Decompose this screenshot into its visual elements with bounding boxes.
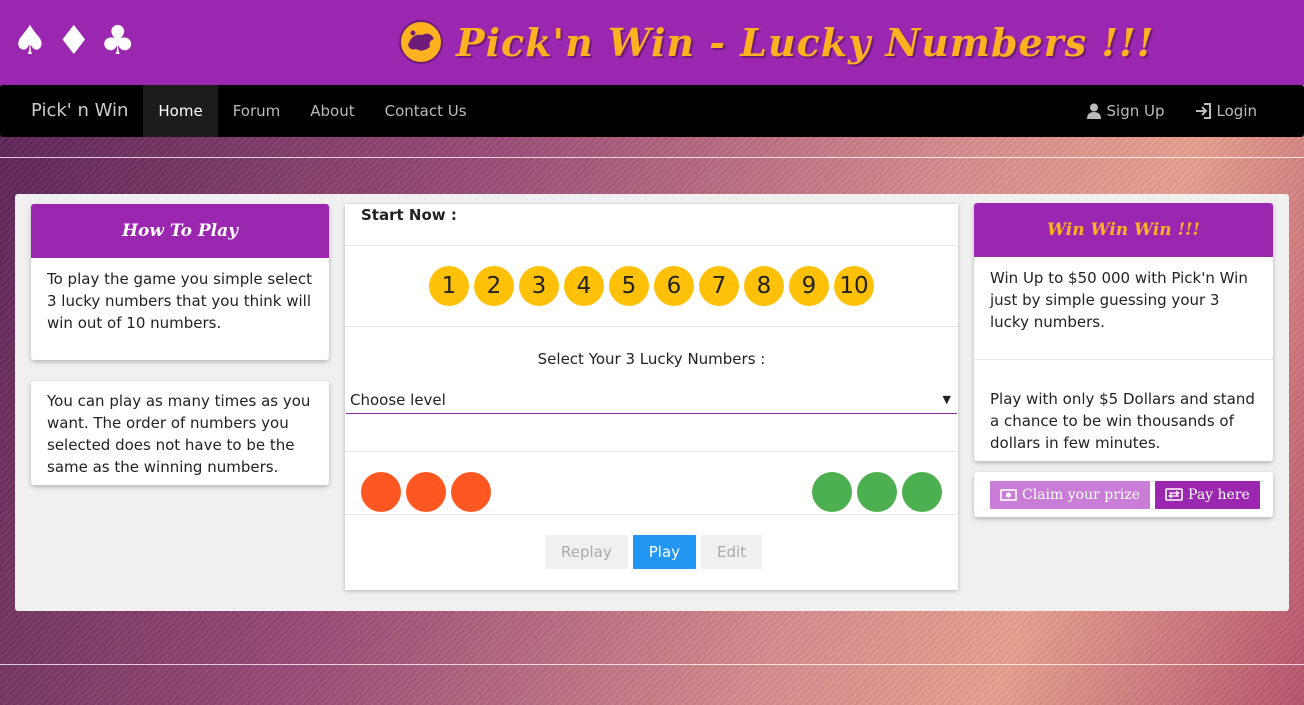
number-ball[interactable]: 9 [789,266,829,306]
nav-home[interactable]: Home [143,85,218,137]
start-now-label: Start Now : [361,206,457,224]
selected-number-slot [451,472,491,512]
number-balls: 1 2 3 4 5 6 7 8 9 10 [429,266,874,306]
nav-right: Sign Up Login [1072,85,1272,137]
nav-about[interactable]: About [295,85,369,137]
how-to-play-card: How To Play To play the game you simple … [31,204,329,360]
win-title: Win Win Win !!! [974,203,1273,257]
site-title: Pick'n Win - Lucky Numbers !!! [398,14,1154,70]
login-label: Login [1216,102,1257,120]
logo-icon [399,20,443,64]
how-to-play-title: How To Play [31,204,329,258]
win-text-1: Win Up to $50 000 with Pick'n Win just b… [990,269,1248,331]
win-text-2: Play with only $5 Dollars and stand a ch… [990,390,1255,452]
signup-label: Sign Up [1106,102,1165,120]
navbar: Pick' n Win Home Forum About Contact Us … [0,85,1304,137]
money-icon [1000,488,1017,501]
prize-card: Claim your prize Pay here [974,472,1273,517]
play-button[interactable]: Play [632,535,697,569]
rules-card: You can play as many times as you want. … [31,381,329,485]
pay-here-button[interactable]: Pay here [1155,480,1260,509]
winning-number-slot [857,472,897,512]
claim-prize-button[interactable]: Claim your prize [990,480,1151,509]
nav-forum[interactable]: Forum [218,85,296,137]
replay-button[interactable]: Replay [545,535,628,569]
number-ball[interactable]: 2 [474,266,514,306]
nav-contact[interactable]: Contact Us [370,85,482,137]
number-ball[interactable]: 7 [699,266,739,306]
number-ball[interactable]: 6 [654,266,694,306]
select-numbers-label: Select Your 3 Lucky Numbers : [537,350,766,368]
separator [345,326,958,327]
selected-number-slot [361,472,401,512]
login-link[interactable]: Login [1180,85,1272,137]
divider-top [0,157,1304,158]
selected-number-slot [406,472,446,512]
user-icon [1086,103,1101,119]
edit-button[interactable]: Edit [701,535,763,569]
number-ball[interactable]: 1 [429,266,469,306]
pay-here-label: Pay here [1188,486,1250,503]
separator [345,245,958,246]
claim-prize-label: Claim your prize [1022,486,1141,503]
top-banner: ♠ ♦ ♣ Pick'n Win - Lucky Numbers !!! [0,0,1304,85]
login-icon [1195,103,1211,119]
number-ball[interactable]: 8 [744,266,784,306]
divider-bottom [0,664,1304,665]
signup-link[interactable]: Sign Up [1072,85,1180,137]
card-suits: ♠ ♦ ♣ [12,16,136,66]
rules-text: You can play as many times as you want. … [47,392,311,476]
separator [345,451,958,452]
club-icon: ♣ [99,18,136,64]
transfer-icon [1165,488,1183,501]
nav-brand[interactable]: Pick' n Win [0,85,143,137]
how-to-play-text: To play the game you simple select 3 luc… [47,270,312,332]
selected-numbers [361,472,491,512]
separator [345,514,958,515]
level-select-value: Choose level [350,391,446,409]
winning-number-slot [812,472,852,512]
number-ball[interactable]: 10 [834,266,874,306]
win-card: Win Win Win !!! Win Up to $50 000 with P… [974,203,1273,461]
level-select[interactable]: Choose level ▼ [346,390,957,414]
diamond-icon: ♦ [55,18,92,64]
winning-number-slot [902,472,942,512]
site-title-text: Pick'n Win - Lucky Numbers !!! [456,19,1155,65]
number-ball[interactable]: 3 [519,266,559,306]
winning-numbers [812,472,942,512]
number-ball[interactable]: 5 [609,266,649,306]
spade-icon: ♠ [12,18,48,64]
number-ball[interactable]: 4 [564,266,604,306]
game-actions: Replay Play Edit [545,535,763,569]
dropdown-arrow-icon: ▼ [942,393,951,406]
game-panel: Start Now : 1 2 3 4 5 6 7 8 9 10 Select … [345,204,958,590]
